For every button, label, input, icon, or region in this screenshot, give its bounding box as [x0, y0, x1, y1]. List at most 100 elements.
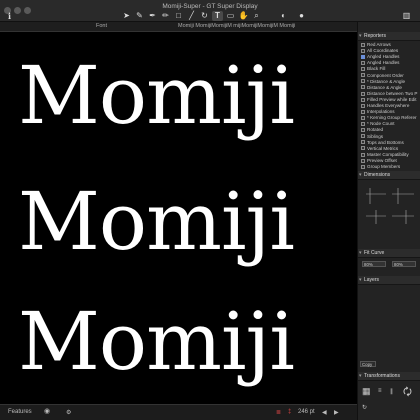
rotate-tool-icon[interactable]: ↻	[199, 11, 210, 21]
reporter-label: Filled Preview while Edit	[367, 96, 417, 102]
reporter-checkbox[interactable]	[361, 109, 365, 114]
reporter-item[interactable]: Master Compatibility	[361, 152, 420, 158]
brush-tool-icon[interactable]: ✒	[147, 11, 158, 21]
reporter-checkbox[interactable]	[361, 115, 365, 120]
annotation-tool-icon[interactable]: ▭	[225, 11, 236, 21]
pencil-tool-icon[interactable]: ✏	[160, 11, 171, 21]
zoom-tool-icon[interactable]: ⌕	[251, 11, 262, 21]
fit-curve-panel-header[interactable]: Fit Curve	[358, 249, 420, 258]
reporter-item[interactable]: Handles Everywhere	[361, 103, 420, 109]
reporter-item[interactable]: Tops and Bottoms	[361, 140, 420, 146]
reporter-checkbox[interactable]	[361, 128, 365, 133]
reporter-checkbox[interactable]	[361, 91, 365, 96]
reporter-checkbox[interactable]	[361, 158, 365, 163]
tab-bar: Font Momiji MomijiMomijiM mijiMomijiMomi…	[0, 22, 357, 32]
next-icon[interactable]: ▶	[334, 409, 339, 416]
fit-curve-left-field[interactable]: 80%	[362, 261, 386, 267]
reporter-checkbox[interactable]	[361, 85, 365, 90]
text-line-3[interactable]: Momiji	[18, 302, 357, 382]
dimensions-panel-header[interactable]: Dimensions	[358, 171, 420, 180]
reporters-panel-header[interactable]: Reporters	[358, 32, 420, 41]
reporter-checkbox[interactable]	[361, 140, 365, 145]
copy-button[interactable]: Copy	[360, 361, 376, 367]
zoom-value[interactable]: 246 pt	[298, 409, 315, 415]
settings-icon[interactable]: ⚙	[66, 409, 71, 416]
previous-icon[interactable]: ◀	[322, 409, 327, 416]
reporter-label: Angled Handles	[367, 54, 400, 60]
reporter-label: Preview Offset	[367, 157, 397, 163]
reporter-item[interactable]: All Coordinates	[361, 48, 420, 54]
reporter-item[interactable]: Component Order	[361, 73, 420, 79]
reporter-label: Vertical Metrics	[367, 145, 399, 151]
reporter-item[interactable]: Red Arrows	[361, 42, 420, 48]
reporter-checkbox[interactable]	[361, 152, 365, 157]
text-line-1[interactable]: Momiji	[18, 56, 357, 136]
reporter-item[interactable]: * Node Count	[361, 121, 420, 127]
sidebar-toggle-icon[interactable]: ▥	[401, 11, 412, 21]
layers-panel-header[interactable]: Layers	[358, 276, 420, 285]
reporter-item[interactable]: Black Fill	[361, 66, 420, 72]
info-icon[interactable]: i	[4, 11, 15, 21]
reporter-item[interactable]: Filled Preview while Edit	[361, 97, 420, 103]
fill-toggle-icon[interactable]: ●	[296, 11, 307, 21]
reporter-checkbox[interactable]	[361, 134, 365, 139]
shape-tool-icon[interactable]: □	[173, 11, 184, 21]
fit-curve-right-field[interactable]: 80%	[392, 261, 416, 267]
reporter-item[interactable]: Interpolations	[361, 109, 420, 115]
knife-tool-icon[interactable]: ╱	[186, 11, 197, 21]
reporter-checkbox[interactable]	[361, 73, 365, 78]
align-vertical-icon[interactable]: ≡	[378, 388, 382, 394]
reporter-item[interactable]: Preview Offset	[361, 158, 420, 164]
reporter-item[interactable]: * Distance & Angle	[361, 79, 420, 85]
flip-icon[interactable]: 🗘	[403, 385, 412, 402]
transformations-panel-header[interactable]: Transformations	[358, 372, 420, 381]
reporter-label: Master Compatibility	[367, 151, 409, 157]
reporter-item[interactable]: * Kerning Group Referer	[361, 115, 420, 121]
hand-tool-icon[interactable]: ✋	[238, 11, 249, 21]
reporter-item[interactable]: Siblings	[361, 134, 420, 140]
align-horizontal-icon[interactable]: ∥	[390, 388, 393, 395]
reporter-checkbox[interactable]	[361, 54, 365, 59]
select-tool-icon[interactable]: ➤	[121, 11, 132, 21]
pen-tool-icon[interactable]: ✎	[134, 11, 145, 21]
reporter-checkbox[interactable]	[361, 122, 365, 127]
reporter-item[interactable]: Distance & Angle	[361, 85, 420, 91]
reporter-checkbox[interactable]	[361, 164, 365, 169]
preview-toggle-icon[interactable]: ◐	[278, 11, 289, 21]
reporter-label: Distance & Angle	[367, 84, 402, 90]
features-button[interactable]: Features	[8, 409, 32, 415]
reporter-checkbox[interactable]	[361, 61, 365, 66]
reporter-label: Tops and Bottoms	[367, 139, 404, 145]
reporter-checkbox[interactable]	[361, 146, 365, 151]
edit-canvas[interactable]: Momiji Momiji Momiji	[0, 32, 357, 404]
tab-edit-text[interactable]: Momiji MomijiMomijiM mijiMomijiMomijiM M…	[178, 23, 356, 29]
text-tool-icon[interactable]: T	[212, 11, 223, 21]
reporter-item[interactable]: Distance between Two P	[361, 91, 420, 97]
reporter-item[interactable]: Angled Handles	[361, 54, 420, 60]
reporter-label: Siblings	[367, 133, 384, 139]
rotate-icon[interactable]: ↻	[362, 404, 367, 411]
reporter-item[interactable]: Rotated	[361, 127, 420, 133]
reporter-label: * Distance & Angle	[367, 78, 406, 84]
text-line-2[interactable]: Momiji	[18, 182, 357, 262]
reporter-checkbox[interactable]	[361, 79, 365, 84]
eye-icon[interactable]: ◉	[44, 407, 50, 415]
reporter-checkbox[interactable]	[361, 48, 365, 53]
title-bar: Momiji-Super - GT Super Display i ➤ ✎ ✒ …	[0, 0, 420, 22]
reporter-label: Group Members	[367, 164, 401, 169]
reporter-checkbox[interactable]	[361, 67, 365, 72]
anchor-icon[interactable]: ‡	[288, 409, 291, 415]
reporter-checkbox[interactable]	[361, 97, 365, 102]
reporter-item[interactable]: Vertical Metrics	[361, 146, 420, 152]
reporter-item[interactable]: Group Members	[361, 164, 420, 170]
reporter-label: Interpolations	[367, 109, 395, 115]
scale-icon[interactable]: ▦	[362, 386, 371, 397]
reporter-label: * Node Count	[367, 121, 395, 127]
dimensions-diagram	[366, 188, 414, 224]
align-icon[interactable]: ≣	[276, 409, 281, 416]
reporter-checkbox[interactable]	[361, 42, 365, 47]
reporter-checkbox[interactable]	[361, 103, 365, 108]
tab-font[interactable]: Font	[96, 23, 107, 29]
reporter-label: All Coordinates	[367, 48, 399, 54]
reporter-item[interactable]: Angled Handles	[361, 60, 420, 66]
